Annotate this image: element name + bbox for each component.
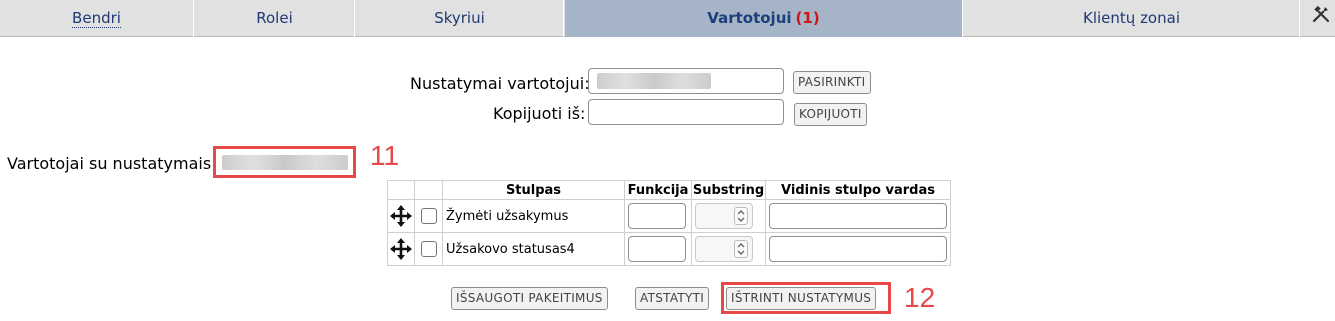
header-stulpas: Stulpas <box>442 180 625 200</box>
columns-table: Stulpas Funkcija Substring Vidinis stulp… <box>387 180 951 266</box>
tab-label: Skyriui <box>434 9 485 27</box>
settings-for-user-field[interactable] <box>588 68 784 94</box>
users-with-settings-label: Vartotojai su nustatymais: <box>7 154 217 173</box>
function-cell <box>624 232 692 266</box>
row-checkbox[interactable] <box>420 241 437 257</box>
delete-settings-button[interactable]: IŠTRINTI NUSTATYMUS <box>726 287 877 310</box>
table-row: Žymėti užsakymus <box>387 199 951 233</box>
column-name-cell: Žymėti užsakymus <box>442 199 625 233</box>
tools-icon[interactable] <box>1311 4 1331 24</box>
copy-button[interactable]: KOPIJUOTI <box>794 103 867 126</box>
row-checkbox[interactable] <box>420 208 437 224</box>
substring-stepper[interactable] <box>695 203 753 229</box>
redacted-users-list <box>222 155 348 170</box>
header-substring: Substring <box>691 180 766 200</box>
redacted-value <box>597 73 711 89</box>
stepper-arrows-icon[interactable] <box>734 207 748 225</box>
substring-stepper[interactable] <box>695 236 753 262</box>
drag-column-header <box>387 180 415 200</box>
substring-cell <box>691 199 766 233</box>
drag-cell[interactable] <box>387 232 415 266</box>
table-header-row: Stulpas Funkcija Substring Vidinis stulp… <box>387 180 951 200</box>
stepper-arrows-icon[interactable] <box>734 240 748 258</box>
tab-bar: Bendri Rolei Skyriui Vartotojui (1) Klien… <box>0 0 1335 37</box>
internal-name-cell <box>765 199 951 233</box>
tab-label: Vartotojui <box>707 9 792 27</box>
tab-count-badge: (1) <box>795 9 820 27</box>
tab-klientu-zonai[interactable]: Klientų zonai <box>964 0 1300 37</box>
tab-rolei[interactable]: Rolei <box>195 0 355 37</box>
internal-name-input[interactable] <box>769 236 947 262</box>
substring-cell <box>691 232 766 266</box>
header-funkcija: Funkcija <box>624 180 692 200</box>
callout-box-12: IŠTRINTI NUSTATYMUS <box>721 282 891 314</box>
save-changes-button[interactable]: IŠSAUGOTI PAKEITIMUS <box>451 287 608 310</box>
function-input[interactable] <box>628 203 686 229</box>
function-cell <box>624 199 692 233</box>
column-name-cell: Užsakovo statusas4 <box>442 232 625 266</box>
callout-number-12: 12 <box>904 282 936 313</box>
table-row: Užsakovo statusas4 <box>387 232 951 266</box>
copy-from-label: Kopijuoti iš: <box>493 104 586 123</box>
callout-box-11 <box>213 146 356 178</box>
move-arrows-icon[interactable] <box>389 204 413 228</box>
callout-number-11: 11 <box>370 140 400 171</box>
header-vidinis-stulpo-vardas: Vidinis stulpo vardas <box>765 180 951 200</box>
internal-name-cell <box>765 232 951 266</box>
copy-from-field[interactable] <box>588 99 784 125</box>
tab-label: Bendri <box>72 9 121 28</box>
checkbox-cell <box>414 232 443 266</box>
checkbox-cell <box>414 199 443 233</box>
select-column-header <box>414 180 443 200</box>
settings-for-user-label: Nustatymai vartotojui: <box>410 74 590 93</box>
choose-button[interactable]: PASIRINKTI <box>793 71 871 94</box>
function-input[interactable] <box>628 236 686 262</box>
column-name: Žymėti užsakymus <box>446 208 569 224</box>
drag-cell[interactable] <box>387 199 415 233</box>
internal-name-input[interactable] <box>769 203 947 229</box>
move-arrows-icon[interactable] <box>389 237 413 261</box>
tab-bendri[interactable]: Bendri <box>0 0 194 37</box>
restore-button[interactable]: ATSTATYTI <box>635 287 710 310</box>
tab-label: Rolei <box>256 9 293 27</box>
tab-label: Klientų zonai <box>1083 9 1180 27</box>
column-name: Užsakovo statusas4 <box>446 241 575 257</box>
tab-vartotojui[interactable]: Vartotojui (1) <box>565 0 963 37</box>
tab-skyriui[interactable]: Skyriui <box>356 0 564 37</box>
